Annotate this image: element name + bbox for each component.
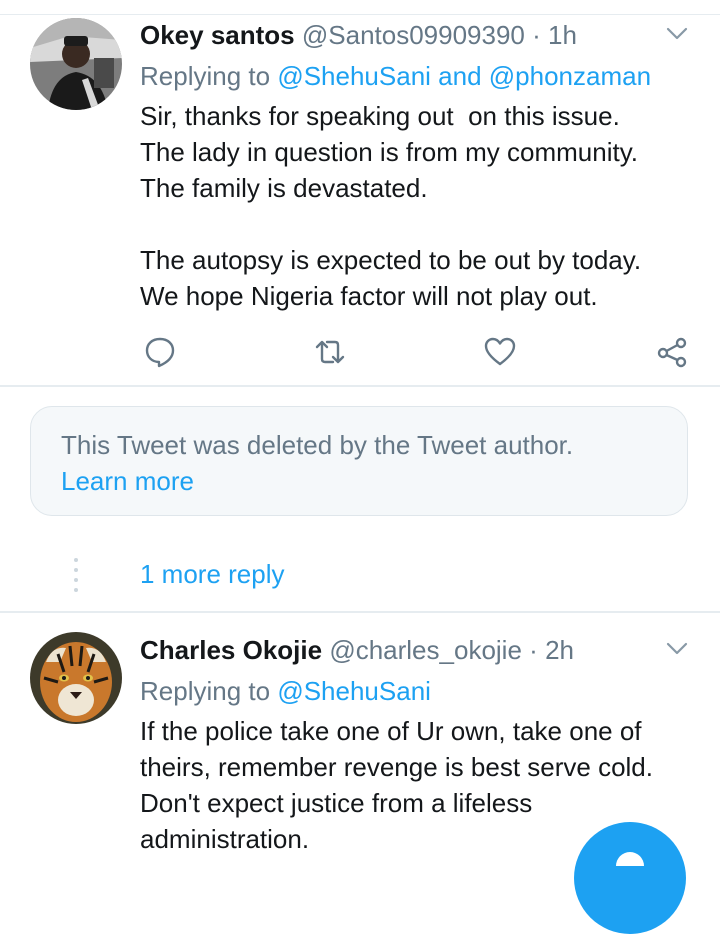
retweet-icon: [315, 340, 345, 364]
tweet-text: Sir, thanks for speaking out on this iss…: [140, 101, 642, 311]
replying-prefix: Replying to: [140, 676, 271, 706]
deleted-message: This Tweet was deleted by the Tweet auth…: [61, 430, 574, 460]
share-icon: [657, 337, 687, 368]
chevron-down-icon[interactable]: [664, 635, 690, 661]
timestamp[interactable]: 2h: [545, 635, 574, 665]
display-name[interactable]: Okey santos: [140, 20, 295, 50]
heart-icon: [484, 337, 516, 366]
retweet-button[interactable]: [310, 332, 350, 372]
reply-button[interactable]: [140, 332, 180, 372]
tweet-divider: [0, 385, 720, 387]
replying-prefix: Replying to: [140, 61, 271, 91]
mention-link[interactable]: @ShehuSani: [277, 676, 431, 706]
tweet-okey-santos[interactable]: Okey santos @Santos09909390 · 1h Replyin…: [0, 0, 720, 386]
tweet-header: Charles Okojie @charles_okojie · 2h: [140, 633, 574, 667]
timestamp[interactable]: 1h: [548, 20, 577, 50]
comment-icon: [145, 337, 175, 368]
replying-to: Replying to @ShehuSani and @phonzaman: [140, 59, 651, 93]
more-replies-link[interactable]: 1 more reply: [140, 556, 285, 592]
deleted-tweet-notice: This Tweet was deleted by the Tweet auth…: [30, 406, 688, 516]
tweet-actions: [140, 332, 696, 372]
tweet-header: Okey santos @Santos09909390 · 1h: [140, 18, 577, 52]
compose-button[interactable]: [574, 822, 686, 934]
separator-dot: ·: [532, 20, 541, 50]
like-button[interactable]: [480, 332, 520, 372]
avatar[interactable]: [30, 18, 122, 110]
learn-more-link[interactable]: Learn more: [61, 463, 194, 499]
mention-link[interactable]: @ShehuSani and @phonzaman: [277, 61, 651, 91]
display-name[interactable]: Charles Okojie: [140, 635, 322, 665]
share-button[interactable]: [652, 332, 692, 372]
username[interactable]: @Santos09909390: [302, 20, 525, 50]
thread-dots-icon: [72, 558, 80, 594]
avatar[interactable]: [30, 632, 122, 724]
username[interactable]: @charles_okojie: [329, 635, 522, 665]
more-replies-row[interactable]: 1 more reply: [0, 548, 720, 604]
replying-to: Replying to @ShehuSani: [140, 674, 431, 708]
separator-dot: ·: [529, 635, 538, 665]
chevron-down-icon[interactable]: [664, 20, 690, 46]
